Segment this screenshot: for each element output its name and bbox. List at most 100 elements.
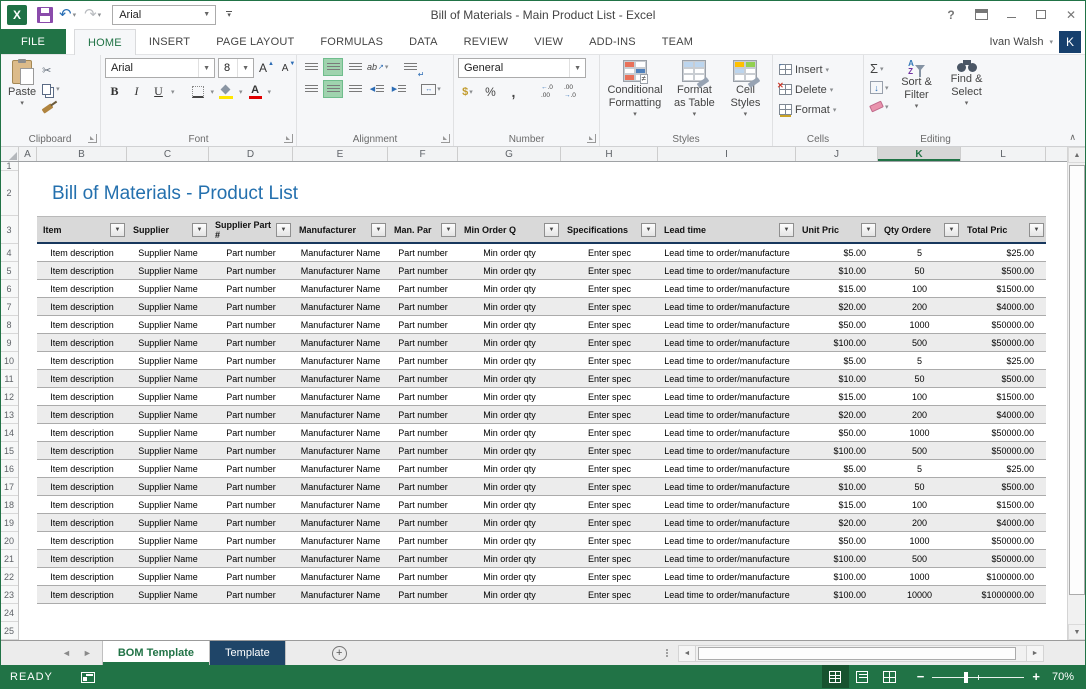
table-cell[interactable]: $5.00 <box>796 460 878 477</box>
row-header-25[interactable]: 25 <box>0 622 18 640</box>
table-cell[interactable]: $100.00 <box>796 550 878 567</box>
filter-dropdown-button[interactable]: ▼ <box>1029 222 1044 237</box>
table-cell[interactable]: Item description <box>37 370 127 387</box>
table-cell[interactable]: $25.00 <box>961 244 1046 261</box>
table-cell[interactable]: Part number <box>209 334 293 351</box>
table-cell[interactable]: $20.00 <box>796 298 878 315</box>
table-cell[interactable]: Enter spec <box>561 334 658 351</box>
sort-filter-button[interactable]: AZ Sort & Filter ▾ <box>893 58 941 132</box>
filter-dropdown-button[interactable]: ▼ <box>371 222 386 237</box>
qat-customize-button[interactable]: ▾ <box>226 11 233 19</box>
table-cell[interactable]: 50 <box>878 262 961 279</box>
table-cell[interactable]: $10.00 <box>796 262 878 279</box>
format-painter-button[interactable] <box>40 100 62 116</box>
save-icon[interactable] <box>37 6 53 23</box>
filter-dropdown-button[interactable]: ▼ <box>192 222 207 237</box>
sheet-nav-left-icon[interactable]: ◄ <box>62 648 71 658</box>
zoom-slider-thumb[interactable] <box>963 671 968 683</box>
table-cell[interactable]: Part number <box>209 532 293 549</box>
table-cell[interactable]: $100.00 <box>796 568 878 585</box>
table-cell[interactable]: Enter spec <box>561 496 658 513</box>
table-cell[interactable]: Part number <box>209 550 293 567</box>
table-cell[interactable]: Part number <box>388 406 458 423</box>
table-cell[interactable]: Lead time to order/manufacture <box>658 388 796 405</box>
table-cell[interactable]: Lead time to order/manufacture <box>658 514 796 531</box>
new-sheet-button[interactable]: + <box>331 645 347 661</box>
table-cell[interactable]: Part number <box>388 532 458 549</box>
bom-column-header[interactable]: Qty Ordere ▼ <box>878 217 961 242</box>
font-size-combobox[interactable]: 8 ▼ <box>218 58 254 78</box>
row-header-10[interactable]: 10 <box>0 352 18 370</box>
table-cell[interactable]: 10000 <box>878 586 961 603</box>
table-cell[interactable]: Supplier Name <box>127 406 209 423</box>
filter-dropdown-button[interactable]: ▼ <box>276 222 291 237</box>
chevron-down-icon[interactable]: ▾ <box>98 11 102 19</box>
table-cell[interactable]: 500 <box>878 442 961 459</box>
bom-column-header[interactable]: Total Pric ▼ <box>961 217 1046 242</box>
page-break-view-button[interactable] <box>876 665 903 689</box>
align-right-button[interactable] <box>345 80 365 98</box>
orientation-button[interactable]: ab ↗ ▾ <box>367 58 388 76</box>
chevron-down-icon[interactable]: ▼ <box>237 59 253 77</box>
row-header-12[interactable]: 12 <box>0 388 18 406</box>
select-all-corner[interactable] <box>0 147 19 161</box>
table-cell[interactable]: Part number <box>209 352 293 369</box>
table-cell[interactable]: 200 <box>878 514 961 531</box>
table-cell[interactable]: Lead time to order/manufacture <box>658 298 796 315</box>
row-header-1[interactable]: 1 <box>0 161 18 171</box>
chevron-down-icon[interactable]: ▾ <box>830 86 834 94</box>
chevron-down-icon[interactable]: ▾ <box>437 85 441 93</box>
table-cell[interactable]: Min order qty <box>458 586 561 603</box>
row-header-15[interactable]: 15 <box>0 442 18 460</box>
table-cell[interactable]: Lead time to order/manufacture <box>658 244 796 261</box>
table-cell[interactable]: Supplier Name <box>127 316 209 333</box>
chevron-down-icon[interactable]: ▾ <box>826 66 830 74</box>
table-cell[interactable]: 5 <box>878 460 961 477</box>
column-header-H[interactable]: H <box>561 147 658 161</box>
table-cell[interactable]: $5.00 <box>796 244 878 261</box>
page-layout-view-button[interactable] <box>849 665 876 689</box>
bom-column-header[interactable]: Man. Par ▼ <box>388 217 458 242</box>
table-cell[interactable]: Enter spec <box>561 478 658 495</box>
top-align-button[interactable] <box>301 58 321 76</box>
table-cell[interactable]: Item description <box>37 514 127 531</box>
table-cell[interactable]: Enter spec <box>561 586 658 603</box>
chevron-down-icon[interactable]: ▾ <box>20 99 24 107</box>
table-cell[interactable]: Part number <box>388 352 458 369</box>
table-cell[interactable]: Min order qty <box>458 532 561 549</box>
table-cell[interactable]: Min order qty <box>458 514 561 531</box>
row-header-18[interactable]: 18 <box>0 496 18 514</box>
table-cell[interactable]: 1000 <box>878 316 961 333</box>
column-header-C[interactable]: C <box>127 147 209 161</box>
table-cell[interactable]: Part number <box>209 424 293 441</box>
fill-color-button[interactable] <box>217 82 236 101</box>
normal-view-button[interactable] <box>821 665 849 689</box>
decrease-indent-button[interactable]: ◀ <box>367 80 387 98</box>
clipboard-dialog-launcher[interactable] <box>88 134 97 143</box>
table-cell[interactable]: Supplier Name <box>127 298 209 315</box>
table-cell[interactable]: Enter spec <box>561 262 658 279</box>
table-cell[interactable]: Part number <box>209 496 293 513</box>
cut-button[interactable]: ✂ <box>40 62 62 78</box>
table-cell[interactable]: Lead time to order/manufacture <box>658 316 796 333</box>
sheet-tab-template[interactable]: Template <box>210 641 286 665</box>
table-cell[interactable]: Item description <box>37 262 127 279</box>
table-cell[interactable]: Manufacturer Name <box>293 262 388 279</box>
table-cell[interactable]: Supplier Name <box>127 388 209 405</box>
table-cell[interactable]: Supplier Name <box>127 244 209 261</box>
tab-formulas[interactable]: FORMULAS <box>307 29 396 54</box>
table-cell[interactable]: Lead time to order/manufacture <box>658 262 796 279</box>
vertical-scroll-thumb[interactable] <box>1069 165 1085 595</box>
table-cell[interactable]: Item description <box>37 316 127 333</box>
table-cell[interactable]: $50.00 <box>796 424 878 441</box>
filter-dropdown-button[interactable]: ▼ <box>110 222 125 237</box>
table-cell[interactable]: Manufacturer Name <box>293 532 388 549</box>
table-cell[interactable]: $50000.00 <box>961 334 1046 351</box>
scroll-up-arrow[interactable]: ▲ <box>1068 147 1086 163</box>
conditional-formatting-button[interactable]: ≠ Conditional Formatting ▾ <box>604 58 666 132</box>
table-cell[interactable]: Part number <box>388 334 458 351</box>
tab-team[interactable]: TEAM <box>649 29 706 54</box>
redo-button[interactable]: ↷ ▾ <box>82 4 103 26</box>
table-cell[interactable]: Part number <box>388 370 458 387</box>
table-cell[interactable]: Manufacturer Name <box>293 298 388 315</box>
